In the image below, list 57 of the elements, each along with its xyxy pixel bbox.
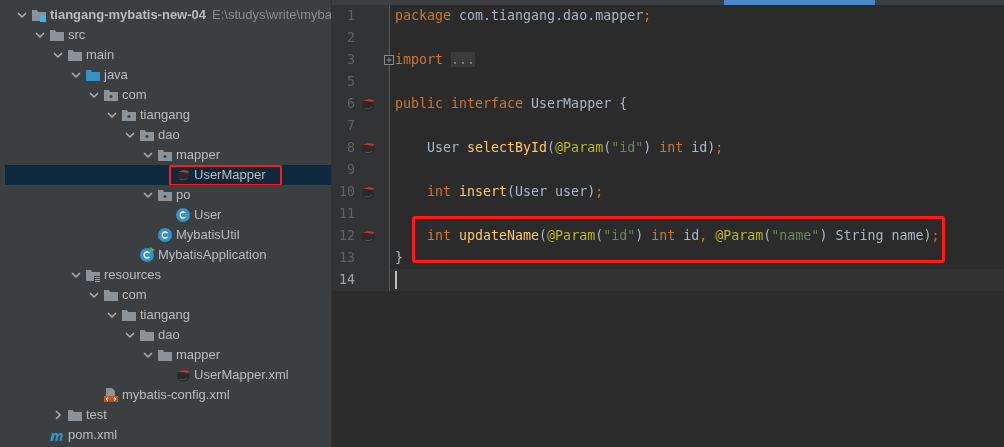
tree-item[interactable]: po — [5, 185, 331, 205]
bird-icon — [175, 367, 191, 383]
tree-item[interactable]: main — [5, 45, 331, 65]
tree-item[interactable]: mapper — [5, 145, 331, 165]
tree-item[interactable]: src — [5, 25, 331, 45]
tree-item[interactable]: mybatis-config.xml — [5, 385, 331, 405]
tree-item[interactable]: mapper — [5, 345, 331, 365]
tree-item[interactable]: dao — [5, 325, 331, 345]
class-icon — [175, 207, 191, 223]
folder-icon — [85, 67, 101, 83]
folder-icon — [139, 327, 155, 343]
code-line: package com.tiangang.dao.mapper; — [394, 7, 652, 26]
tree-item[interactable]: UserMapper — [5, 165, 331, 185]
tree-item[interactable]: tiangang-mybatis-new-04 E:\studys\write\myba — [5, 5, 331, 25]
code-line: import ... — [394, 51, 476, 70]
text-cursor — [395, 271, 397, 289]
folder-icon — [67, 407, 83, 423]
code-line: } — [394, 249, 403, 268]
highlight-frame: UserMapper — [169, 165, 282, 185]
folder-icon — [157, 347, 173, 363]
chevron-icon — [143, 190, 153, 200]
chevron-icon — [53, 410, 63, 420]
module-icon — [31, 7, 47, 23]
package-icon — [157, 187, 173, 203]
tree-item[interactable]: com — [5, 85, 331, 105]
tree-item[interactable]: tiangang — [5, 105, 331, 125]
code-line: int insert(User user); — [426, 183, 604, 202]
project-path: E:\studys\write\myba — [212, 6, 331, 25]
class-icon — [157, 227, 173, 243]
folder-icon — [103, 287, 119, 303]
tree-item[interactable]: java — [5, 65, 331, 85]
resources-folder-icon — [85, 267, 101, 283]
tree-item[interactable]: pom.xml — [5, 425, 331, 445]
folder-icon — [67, 47, 83, 63]
tree-item[interactable]: MybatisApplication — [5, 245, 331, 265]
tree-item[interactable]: com — [5, 285, 331, 305]
line-number: 14 — [338, 271, 355, 290]
tree-item[interactable]: dao — [5, 125, 331, 145]
tree-item[interactable]: test — [5, 405, 331, 425]
code-line: public interface UserMapper { — [394, 95, 628, 114]
package-icon — [121, 107, 137, 123]
tree-item[interactable]: User — [5, 205, 331, 225]
code-line: User selectById(@Param("id") int id); — [426, 139, 724, 158]
code-line: int updateName(@Param("id") int id, @Param("name") String name); — [426, 227, 940, 246]
class-icon — [139, 247, 155, 263]
bird-icon — [175, 167, 191, 183]
folder-icon — [121, 307, 137, 323]
expand-icon[interactable] — [384, 55, 394, 65]
tree-item[interactable]: UserMapper.xml — [5, 365, 331, 385]
xml-file-icon — [103, 387, 119, 403]
package-icon — [157, 147, 173, 163]
tree-item[interactable]: MybatisUtil — [5, 225, 331, 245]
tree-item[interactable]: tiangang — [5, 305, 331, 325]
package-icon — [103, 87, 119, 103]
tree-item[interactable]: resources — [5, 265, 331, 285]
package-icon — [139, 127, 155, 143]
folder-icon — [49, 27, 65, 43]
